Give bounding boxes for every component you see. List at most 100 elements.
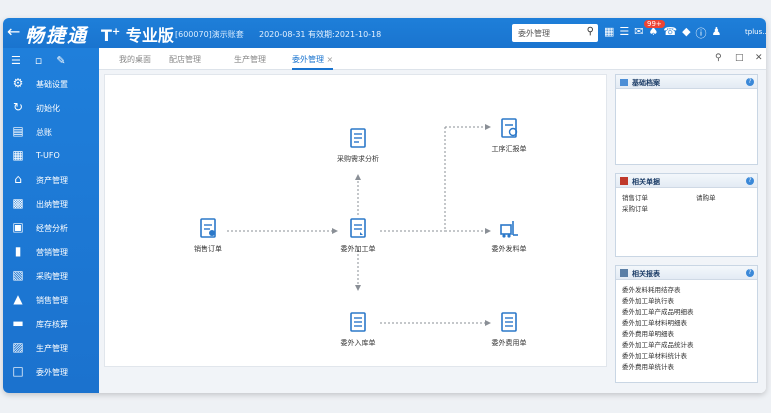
- help-icon[interactable]: ?: [746, 177, 754, 185]
- menu-icon[interactable]: ☰: [11, 54, 21, 68]
- link-requisition[interactable]: 请购单: [696, 192, 716, 202]
- node-sales-order[interactable]: 销售订单: [173, 217, 243, 254]
- search-icon[interactable]: ⚲: [715, 53, 722, 63]
- archive-icon: [620, 79, 628, 86]
- search-icon[interactable]: ⚲: [587, 26, 594, 37]
- sidebar: ☰ ▫ ✎ ⚙ 基础设置 ↻ 初始化 ▤ 总账 ▦ T-UFO ⌂ 资产管理 ▩ 出纳管理 …: [3, 48, 99, 393]
- sidebar-item-outsource[interactable]: □ 委外管理: [3, 362, 99, 382]
- node-label: 委外加工单: [340, 245, 376, 253]
- tab-desktop[interactable]: 我的桌面: [119, 54, 151, 65]
- notification-badge: 99+: [644, 20, 665, 28]
- sidebar-item-label: T-UFO: [36, 151, 60, 160]
- document-icon: [501, 118, 518, 138]
- panel-header: 基础档案 ?: [616, 75, 757, 89]
- node-outsource-fee[interactable]: 委外费用单: [474, 311, 544, 348]
- workspace: 销售订单 采购需求分析 委外加工单 委外入库单 工序汇报单 委外发料单 委外费用…: [99, 70, 766, 393]
- cube-icon[interactable]: ▫: [35, 54, 42, 68]
- maximize-icon[interactable]: □: [735, 53, 744, 63]
- edition-label: T+ 专业版: [101, 22, 174, 46]
- panel-title: 相关报表: [632, 270, 660, 278]
- report-icon: ▦: [12, 148, 24, 162]
- sidebar-item-label: 营销管理: [36, 248, 68, 257]
- sidebar-toolbar: ☰ ▫ ✎: [3, 54, 99, 68]
- node-outsource-order[interactable]: 委外加工单: [323, 217, 393, 254]
- report-icon: [620, 269, 628, 277]
- bar-chart-icon: ▮: [14, 244, 22, 258]
- list-icon[interactable]: ☰: [619, 25, 629, 41]
- phone-icon[interactable]: ☎: [663, 25, 677, 41]
- app-logo: 畅捷通: [25, 25, 89, 47]
- document-icon: [501, 312, 517, 332]
- sidebar-item-label: 生产管理: [36, 344, 68, 353]
- sidebar-item-production[interactable]: ▨ 生产管理: [3, 338, 99, 358]
- tab-production[interactable]: 生产管理: [234, 54, 266, 65]
- gear-icon: ⚙: [12, 76, 24, 90]
- report-link[interactable]: 委外加工单产成品明细表: [622, 306, 694, 316]
- close-icon[interactable]: ✕: [755, 53, 763, 63]
- sidebar-item-inventory[interactable]: ▬ 库存核算: [3, 314, 99, 334]
- link-purchase-order[interactable]: 采购订单: [622, 203, 648, 213]
- sidebar-item-label: 库存核算: [36, 320, 68, 329]
- sidebar-item-ledger[interactable]: ▤ 总账: [3, 122, 99, 142]
- sidebar-item-initialize[interactable]: ↻ 初始化: [3, 98, 99, 118]
- sidebar-item-purchase[interactable]: ▧ 采购管理: [3, 266, 99, 286]
- date-info: 2020-08-31 有效期:2021-10-18: [259, 30, 382, 39]
- forklift-icon: [500, 221, 518, 238]
- sidebar-item-basic-settings[interactable]: ⚙ 基础设置: [3, 74, 99, 94]
- node-purchase-analysis[interactable]: 采购需求分析: [323, 127, 393, 164]
- tab-outsource-label: 委外管理: [292, 55, 324, 64]
- link-sales-order[interactable]: 销售订单: [622, 192, 648, 202]
- calculator-icon[interactable]: ▦: [604, 25, 614, 41]
- sidebar-item-assets[interactable]: ⌂ 资产管理: [3, 170, 99, 190]
- reset-icon: ↻: [12, 100, 24, 114]
- sidebar-item-analysis[interactable]: ▣ 经营分析: [3, 218, 99, 238]
- report-link[interactable]: 委外加工单执行表: [622, 295, 674, 305]
- sidebar-item-label: 经营分析: [36, 224, 68, 233]
- sidebar-item-tufo[interactable]: ▦ T-UFO: [3, 146, 99, 166]
- sidebar-item-sales[interactable]: ▲ 销售管理: [3, 290, 99, 310]
- outsource-icon: □: [12, 364, 24, 378]
- company-account[interactable]: [600070]演示账套: [175, 29, 244, 40]
- report-link[interactable]: 委外加工单材料统计表: [622, 350, 687, 360]
- inventory-icon: ▬: [12, 316, 24, 330]
- sidebar-item-label: 初始化: [36, 104, 60, 113]
- help-icon[interactable]: ⓘ: [696, 25, 707, 41]
- node-outsource-material[interactable]: 委外发料单: [474, 217, 544, 254]
- message-icon[interactable]: ✉: [634, 25, 643, 41]
- tab-outsource[interactable]: 委外管理 ×: [292, 54, 334, 70]
- help-icon[interactable]: ?: [746, 78, 754, 86]
- edit-icon[interactable]: ✎: [56, 54, 65, 68]
- node-label: 工序汇报单: [491, 145, 527, 153]
- report-link[interactable]: 委外发料耗用结存表: [622, 284, 681, 294]
- panel-related-documents: 相关单据 ? 销售订单 请购单 采购订单: [615, 173, 758, 257]
- cashier-icon: ▩: [12, 196, 24, 210]
- tab-store-management[interactable]: 配店管理: [169, 54, 201, 65]
- search-box[interactable]: 委外管理 ⚲: [512, 24, 598, 42]
- report-link[interactable]: 委外加工单产成品统计表: [622, 339, 694, 349]
- node-outsource-inbound[interactable]: 委外入库单: [323, 311, 393, 348]
- sidebar-item-label: 资产管理: [36, 176, 68, 185]
- document-icon: [350, 128, 366, 148]
- sidebar-item-label: 销售管理: [36, 296, 68, 305]
- analysis-icon: ▣: [12, 220, 24, 234]
- gift-icon[interactable]: ◆: [682, 25, 690, 41]
- sidebar-item-cashier[interactable]: ▩ 出纳管理: [3, 194, 99, 214]
- app-window: ← 畅捷通 T+ 专业版 [600070]演示账套 2020-08-31 有效期…: [3, 18, 766, 393]
- sidebar-item-marketing[interactable]: ▮ 营销管理: [3, 242, 99, 262]
- close-tab-icon[interactable]: ×: [327, 55, 334, 64]
- ledger-icon: ▤: [12, 124, 24, 138]
- document-icon: [200, 218, 216, 238]
- node-label: 委外发料单: [491, 245, 527, 253]
- node-label: 销售订单: [194, 245, 222, 253]
- report-link[interactable]: 委外费用单统计表: [622, 361, 674, 371]
- user-name[interactable]: tplus...: [745, 28, 766, 36]
- sidebar-item-label: 总账: [36, 128, 52, 137]
- back-arrow-icon[interactable]: ←: [7, 22, 20, 41]
- help-icon[interactable]: ?: [746, 269, 754, 277]
- report-link[interactable]: 委外加工单材料明细表: [622, 317, 687, 327]
- user-icon[interactable]: ♟: [712, 25, 722, 41]
- panel-header: 相关报表 ?: [616, 266, 757, 280]
- search-input[interactable]: 委外管理: [518, 29, 550, 38]
- node-process-report[interactable]: 工序汇报单: [474, 117, 544, 154]
- report-link[interactable]: 委外费用单明细表: [622, 328, 674, 338]
